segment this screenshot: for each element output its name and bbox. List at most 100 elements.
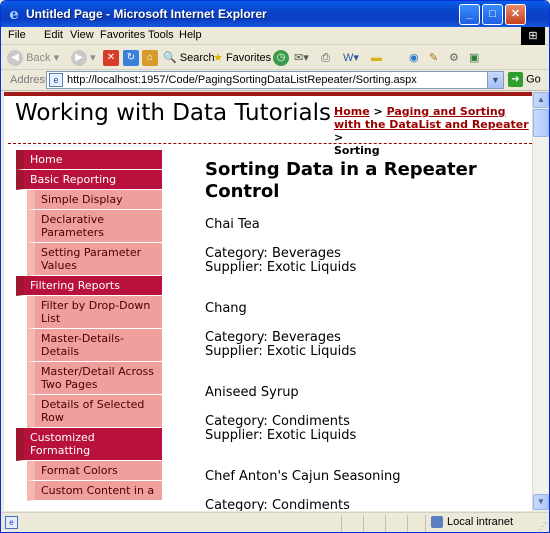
back-label: Back — [26, 52, 51, 64]
go-button[interactable]: ➜ Go — [508, 72, 541, 87]
scroll-down-button[interactable]: ▼ — [533, 494, 549, 510]
address-dropdown-button[interactable]: ▼ — [487, 72, 503, 88]
menu-item-declarative-parameters[interactable]: Declarative Parameters — [27, 210, 162, 243]
ie-icon: e — [9, 5, 19, 23]
resize-grip-icon[interactable]: ⋰ — [538, 521, 547, 532]
star-icon: ★ — [213, 52, 223, 64]
intranet-icon — [431, 516, 443, 529]
product-supplier: Supplier: Exotic Liquids — [205, 428, 357, 443]
menu-tools[interactable]: Tools — [148, 29, 174, 41]
home-button[interactable]: ⌂ — [142, 49, 158, 67]
main-content: Sorting Data in a Repeater Control Chai … — [205, 159, 525, 511]
page-viewport: Working with Data Tutorials Home > Pagin… — [4, 92, 532, 511]
address-url[interactable]: http://localhost:1957/Code/PagingSorting… — [67, 74, 417, 86]
extra-button[interactable]: ▣ — [469, 49, 479, 67]
menu-item-basic-reporting[interactable]: Basic Reporting — [16, 170, 162, 190]
refresh-button[interactable]: ↻ — [123, 49, 139, 67]
product-item: Chang Category: Beverages Supplier: Exot… — [205, 301, 525, 359]
menu-item-setting-parameter-values[interactable]: Setting Parameter Values — [27, 243, 162, 276]
minimize-button[interactable]: _ — [459, 4, 480, 25]
menu-bar: File Edit View Favorites Tools Help ⊞ — [1, 27, 549, 45]
edit-button[interactable]: W▾ — [343, 49, 359, 67]
menu-help[interactable]: Help — [179, 29, 202, 41]
chevron-down-icon: ▾ — [90, 52, 96, 64]
messenger-button[interactable]: ◉ — [409, 49, 419, 67]
print-icon: ⎙ — [321, 52, 330, 64]
favorites-label: Favorites — [225, 52, 272, 64]
menu-item-master-detail-across-two-pages[interactable]: Master/Detail Across Two Pages — [27, 362, 162, 395]
vertical-scrollbar[interactable]: ▲ ▼ — [532, 92, 549, 511]
menu-edit[interactable]: Edit — [44, 29, 63, 41]
history-icon: ◷ — [273, 50, 289, 67]
maximize-button[interactable]: □ — [482, 4, 503, 25]
search-icon: 🔍 — [163, 52, 177, 64]
history-button[interactable]: ◷ — [273, 49, 289, 67]
favorites-button[interactable]: ★ Favorites — [213, 49, 271, 67]
tool-icon: ⚙ — [449, 52, 459, 64]
research-button[interactable]: ✎ — [429, 49, 438, 67]
toolbar: ◀ Back ▾ ▶ ▾ ✕ ↻ ⌂ 🔍 Search ★ Favorites … — [1, 46, 549, 70]
browser-window: e Untitled Page - Microsoft Internet Exp… — [0, 0, 550, 533]
tool-button[interactable]: ⚙ — [449, 49, 459, 67]
product-supplier: Supplier: Exotic Liquids — [205, 344, 357, 359]
chevron-down-icon: ▾ — [53, 52, 60, 64]
product-supplier: Supplier: Exotic Liquids — [205, 260, 357, 275]
page-done-icon: e — [5, 516, 18, 529]
status-bar: e Local intranet ⋰ — [1, 512, 549, 532]
search-label: Search — [179, 52, 215, 64]
menu-item-filter-by-drop-down-list[interactable]: Filter by Drop-Down List — [27, 296, 162, 329]
menu-item-simple-display[interactable]: Simple Display — [27, 190, 162, 210]
content-heading: Sorting Data in a Repeater Control — [205, 159, 477, 202]
zone-label: Local intranet — [447, 516, 514, 528]
home-icon: ⌂ — [142, 50, 158, 67]
menu-item-master-details-details[interactable]: Master-Details-Details — [27, 329, 162, 362]
menu-item-custom-content[interactable]: Custom Content in a — [27, 481, 162, 501]
product-name: Aniseed Syrup — [205, 385, 299, 400]
menu-item-filtering-reports[interactable]: Filtering Reports — [16, 276, 162, 296]
mail-button[interactable]: ✉▾ — [294, 49, 309, 67]
forward-button[interactable]: ▶ ▾ — [71, 49, 96, 67]
page-title: Working with Data Tutorials — [15, 100, 331, 126]
header-stripe — [4, 92, 532, 96]
status-divider — [341, 515, 342, 532]
discuss-button[interactable]: ▬ — [371, 49, 382, 67]
menu-favorites[interactable]: Favorites — [100, 29, 145, 41]
site-menu: Home Basic Reporting Simple Display Decl… — [16, 150, 162, 501]
menu-item-home[interactable]: Home — [16, 150, 162, 170]
breadcrumb-home-link[interactable]: Home — [334, 105, 370, 118]
product-category: Category: Condiments — [205, 498, 350, 512]
product-name: Chang — [205, 301, 247, 316]
globe-icon: ◉ — [409, 52, 419, 64]
address-input[interactable]: e http://localhost:1957/Code/PagingSorti… — [46, 71, 504, 89]
extra-icon: ▣ — [469, 52, 480, 64]
go-label: Go — [526, 73, 541, 86]
status-divider — [385, 515, 386, 532]
forward-arrow-icon: ▶ — [71, 50, 87, 67]
back-button[interactable]: ◀ Back ▾ — [7, 49, 59, 67]
menu-item-details-of-selected-row[interactable]: Details of Selected Row — [27, 395, 162, 428]
window-title: Untitled Page - Microsoft Internet Explo… — [26, 7, 267, 21]
security-zone: Local intranet — [431, 516, 514, 529]
breadcrumb-current: Sorting — [334, 144, 380, 157]
search-button[interactable]: 🔍 Search — [163, 49, 215, 67]
address-bar: Address e http://localhost:1957/Code/Pag… — [1, 70, 549, 91]
scroll-thumb[interactable] — [533, 109, 549, 137]
menu-file[interactable]: File — [8, 29, 26, 41]
header-divider — [8, 143, 532, 144]
print-button[interactable]: ⎙ — [321, 49, 330, 67]
back-arrow-icon: ◀ — [7, 50, 23, 67]
menu-item-customized-formatting[interactable]: Customized Formatting — [16, 428, 162, 461]
product-category: Category: Condiments — [205, 414, 350, 429]
address-label: Address — [10, 74, 51, 86]
title-bar[interactable]: e Untitled Page - Microsoft Internet Exp… — [1, 1, 549, 27]
scroll-up-button[interactable]: ▲ — [533, 92, 549, 108]
menu-item-format-colors[interactable]: Format Colors — [27, 461, 162, 481]
close-button[interactable]: ✕ — [505, 4, 526, 25]
breadcrumb-separator: > — [369, 105, 387, 118]
page-icon: e — [49, 73, 63, 87]
stop-button[interactable]: ✕ — [103, 49, 119, 67]
status-divider — [363, 515, 364, 532]
windows-logo-icon: ⊞ — [521, 27, 545, 45]
menu-view[interactable]: View — [70, 29, 94, 41]
stop-icon: ✕ — [103, 50, 119, 67]
